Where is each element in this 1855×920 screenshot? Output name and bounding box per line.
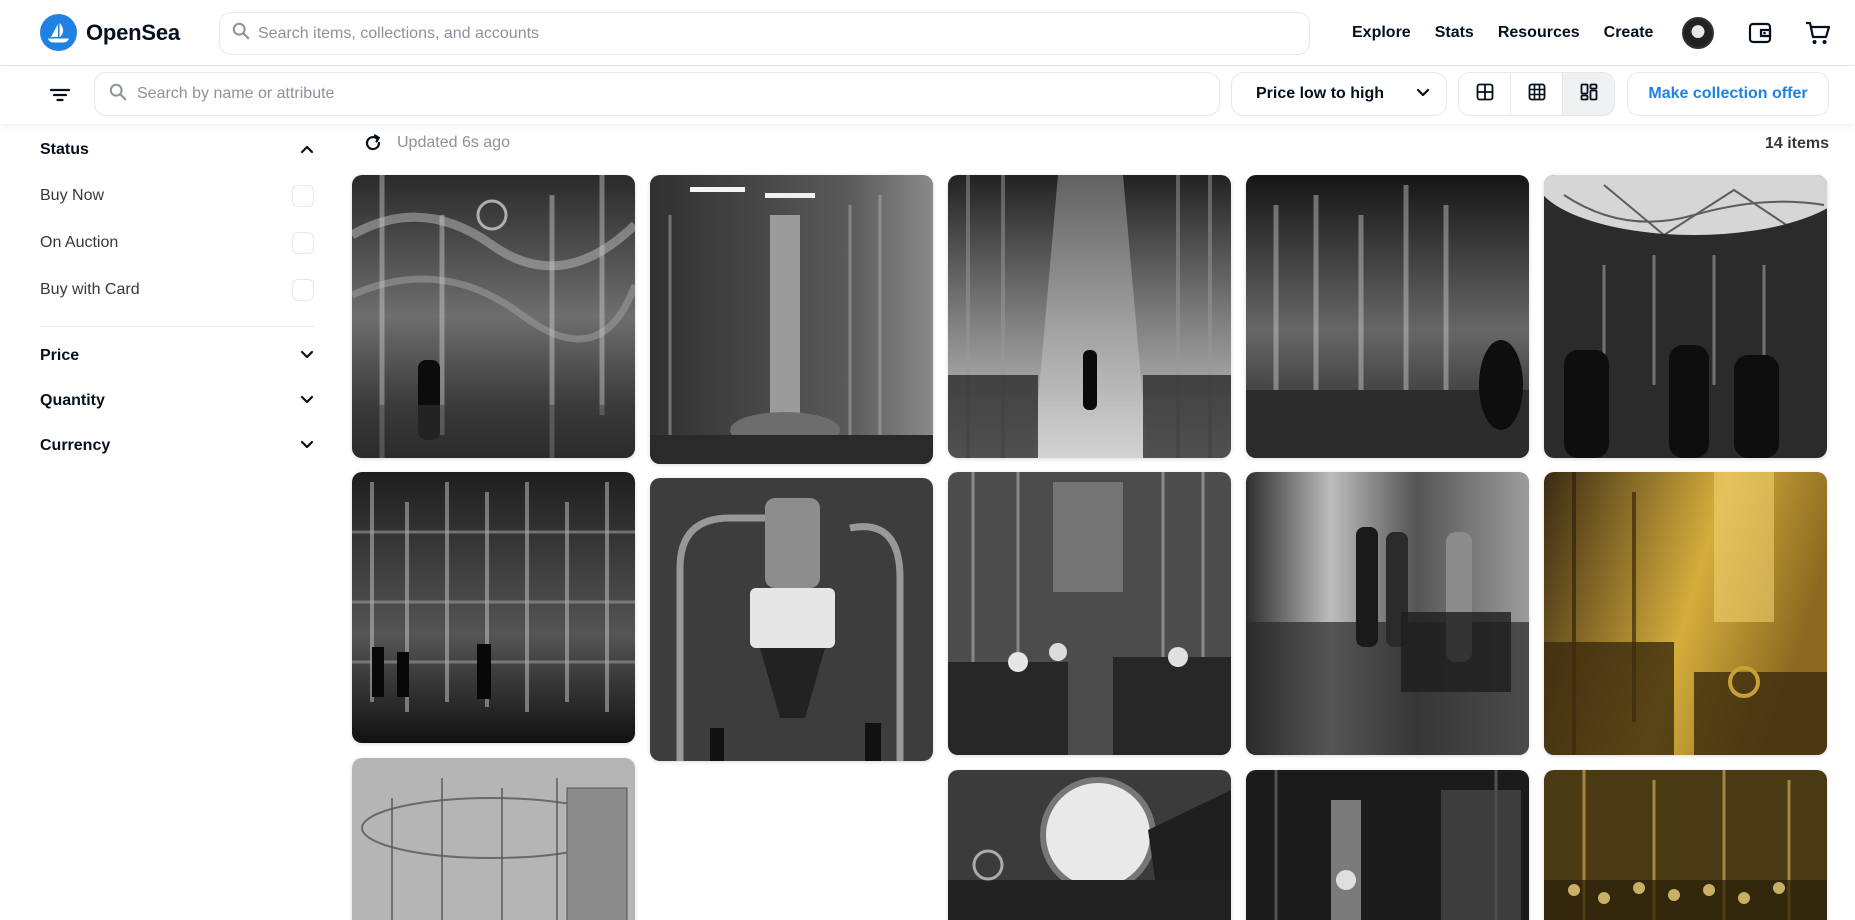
item-card[interactable] [1246, 770, 1529, 920]
item-card[interactable] [1246, 472, 1529, 755]
item-artwork [948, 175, 1231, 458]
large-grid-icon [1476, 83, 1494, 106]
profile-avatar[interactable] [1682, 17, 1714, 49]
item-count: 14 items [1764, 135, 1829, 152]
status-option-buy-now[interactable]: Buy Now [40, 172, 314, 219]
masonry-icon [1580, 83, 1598, 106]
quantity-section-header[interactable]: Quantity [40, 378, 314, 423]
chevron-down-icon [300, 437, 314, 455]
collection-toolbar: Price low to high Make collection offer [0, 66, 1855, 124]
attribute-search-input[interactable] [137, 85, 1192, 103]
nav-create[interactable]: Create [1604, 24, 1654, 42]
filter-toggle-button[interactable] [44, 81, 76, 113]
global-search-bar[interactable] [219, 12, 1310, 55]
status-title: Status [40, 141, 89, 158]
item-artwork [1544, 175, 1827, 458]
top-navigation: OpenSea Explore Stats Resources Create [0, 0, 1855, 66]
small-grid-view-button[interactable] [1511, 73, 1563, 115]
status-option-buy-with-card[interactable]: Buy with Card [40, 266, 314, 313]
nav-stats[interactable]: Stats [1435, 24, 1474, 42]
item-card[interactable] [352, 758, 635, 920]
item-artwork [1246, 472, 1529, 755]
item-card[interactable] [650, 478, 933, 761]
item-artwork [948, 770, 1231, 920]
item-artwork [352, 472, 635, 743]
item-card[interactable] [948, 770, 1231, 920]
view-mode-toggle [1458, 72, 1615, 116]
item-artwork [1544, 770, 1827, 920]
opensea-ship-icon [40, 14, 77, 51]
item-card[interactable] [650, 175, 933, 464]
chevron-down-icon [300, 347, 314, 365]
global-search-input[interactable] [258, 24, 1282, 43]
masonry-view-button[interactable] [1563, 73, 1614, 115]
item-artwork [1246, 175, 1529, 458]
item-artwork [650, 175, 933, 464]
price-section-header[interactable]: Price [40, 333, 314, 378]
brand-name: OpenSea [86, 19, 180, 45]
updated-timestamp: Updated 6s ago [397, 134, 510, 151]
results-status: Updated 6s ago [363, 133, 510, 153]
status-option-label: Buy Now [40, 186, 105, 204]
filter-icon [49, 87, 71, 108]
small-grid-icon [1528, 83, 1546, 106]
item-card[interactable] [1544, 770, 1827, 920]
status-section-header[interactable]: Status [40, 128, 314, 172]
primary-nav: Explore Stats Resources Create [1352, 0, 1677, 66]
nav-resources[interactable]: Resources [1498, 24, 1580, 42]
item-card[interactable] [352, 175, 635, 458]
item-card[interactable] [1246, 175, 1529, 458]
currency-section-header[interactable]: Currency [40, 423, 314, 468]
status-option-label: Buy with Card [40, 280, 140, 298]
chevron-up-icon [300, 141, 314, 159]
search-icon [232, 22, 250, 45]
wallet-icon[interactable] [1740, 13, 1780, 53]
buy-with-card-checkbox[interactable] [292, 278, 314, 301]
refresh-icon[interactable] [363, 133, 383, 153]
item-artwork [352, 175, 635, 458]
sort-dropdown[interactable]: Price low to high [1231, 72, 1447, 116]
quantity-title: Quantity [40, 391, 105, 409]
sidebar-divider [40, 326, 314, 327]
chevron-down-icon [1416, 85, 1430, 103]
sort-value: Price low to high [1256, 85, 1385, 102]
nav-icon-group [1682, 13, 1838, 53]
status-option-label: On Auction [40, 233, 119, 251]
currency-title: Currency [40, 436, 111, 454]
item-artwork [1544, 472, 1827, 755]
buy-now-checkbox[interactable] [292, 184, 314, 207]
nav-explore[interactable]: Explore [1352, 24, 1411, 42]
item-artwork [1246, 770, 1529, 920]
chevron-down-icon [300, 392, 314, 410]
item-card[interactable] [352, 472, 635, 743]
filter-sidebar: Status Buy Now On Auction Buy with Card … [40, 124, 314, 468]
item-card[interactable] [1544, 175, 1827, 458]
cart-icon[interactable] [1798, 13, 1838, 53]
large-grid-view-button[interactable] [1459, 73, 1511, 115]
item-card[interactable] [948, 472, 1231, 755]
item-artwork [948, 472, 1231, 755]
item-artwork [650, 478, 933, 761]
item-artwork [352, 758, 635, 920]
attribute-search-bar[interactable] [94, 72, 1220, 116]
on-auction-checkbox[interactable] [292, 231, 314, 254]
item-card[interactable] [948, 175, 1231, 458]
search-icon [109, 83, 127, 106]
status-option-on-auction[interactable]: On Auction [40, 219, 314, 266]
make-collection-offer-button[interactable]: Make collection offer [1627, 72, 1829, 116]
item-card[interactable] [1544, 472, 1827, 755]
price-title: Price [40, 346, 80, 364]
opensea-logo[interactable]: OpenSea [40, 14, 180, 51]
